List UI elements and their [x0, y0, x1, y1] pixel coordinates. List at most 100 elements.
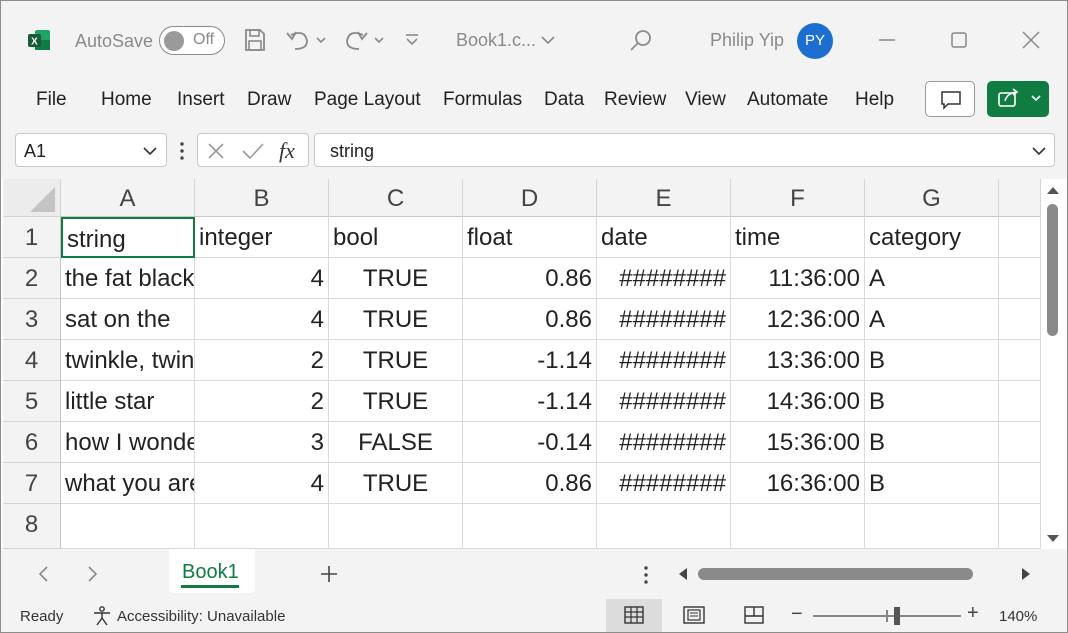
cell-f4[interactable]: 13:36:00	[731, 340, 865, 381]
cell-c6[interactable]: FALSE	[329, 422, 463, 463]
page-layout-view-button[interactable]	[666, 599, 722, 632]
row-header-8[interactable]: 8	[3, 504, 61, 549]
horizontal-scroll-thumb[interactable]	[698, 568, 973, 580]
cell-e1[interactable]: date	[597, 217, 731, 258]
cell-a5[interactable]: little star	[61, 381, 195, 422]
column-header-a[interactable]: A	[61, 179, 195, 217]
cell-b4[interactable]: 2	[195, 340, 329, 381]
cell-d3[interactable]: 0.86	[463, 299, 597, 340]
cell-b3[interactable]: 4	[195, 299, 329, 340]
cell-e8[interactable]	[597, 504, 731, 549]
column-header-f[interactable]: F	[731, 179, 865, 217]
scroll-up-icon[interactable]	[1046, 184, 1060, 196]
cell-e2[interactable]: ########	[597, 258, 731, 299]
cell-c1[interactable]: bool	[329, 217, 463, 258]
cell-h4[interactable]	[999, 340, 1041, 381]
cell-g7[interactable]: B	[865, 463, 999, 504]
worksheet-grid[interactable]: A B C D E F G 1 2 3 4 5 6 7 8 string int…	[1, 179, 1067, 549]
cell-d8[interactable]	[463, 504, 597, 549]
cell-d4[interactable]: -1.14	[463, 340, 597, 381]
redo-icon[interactable]	[341, 27, 387, 53]
cell-g6[interactable]: B	[865, 422, 999, 463]
zoom-out-icon[interactable]: −	[791, 603, 803, 626]
comments-button[interactable]	[925, 81, 975, 117]
cell-d7[interactable]: 0.86	[463, 463, 597, 504]
tab-review[interactable]: Review	[604, 89, 666, 111]
cell-e6[interactable]: ########	[597, 422, 731, 463]
row-header-3[interactable]: 3	[3, 299, 61, 340]
cell-g5[interactable]: B	[865, 381, 999, 422]
cell-d2[interactable]: 0.86	[463, 258, 597, 299]
cell-g3[interactable]: A	[865, 299, 999, 340]
cell-a2[interactable]: the fat black	[61, 258, 195, 299]
cell-a7[interactable]: what you are	[61, 463, 195, 504]
minimize-icon[interactable]	[867, 23, 907, 57]
cell-g4[interactable]: B	[865, 340, 999, 381]
cell-d1[interactable]: float	[463, 217, 597, 258]
scroll-left-icon[interactable]	[676, 567, 690, 581]
cell-f2[interactable]: 11:36:00	[731, 258, 865, 299]
normal-view-button[interactable]	[606, 599, 662, 632]
cell-f3[interactable]: 12:36:00	[731, 299, 865, 340]
cell-h1[interactable]	[999, 217, 1041, 258]
tab-data[interactable]: Data	[544, 89, 584, 111]
cell-g8[interactable]	[865, 504, 999, 549]
row-header-4[interactable]: 4	[3, 340, 61, 381]
cancel-icon[interactable]	[204, 139, 228, 163]
tab-formulas[interactable]: Formulas	[443, 89, 522, 111]
chevron-down-icon[interactable]	[539, 32, 557, 48]
cell-f8[interactable]	[731, 504, 865, 549]
maximize-icon[interactable]	[939, 23, 979, 57]
expand-formula-icon[interactable]	[1031, 143, 1047, 159]
enter-check-icon[interactable]	[240, 139, 266, 163]
document-name[interactable]: Book1.c...	[456, 30, 536, 51]
accessibility-icon[interactable]	[91, 605, 113, 627]
cell-c2[interactable]: TRUE	[329, 258, 463, 299]
cell-h3[interactable]	[999, 299, 1041, 340]
cell-c4[interactable]: TRUE	[329, 340, 463, 381]
cell-c5[interactable]: TRUE	[329, 381, 463, 422]
tab-home[interactable]: Home	[101, 89, 152, 111]
vertical-scroll-thumb[interactable]	[1047, 204, 1058, 336]
sheet-tab-book1[interactable]: Book1	[169, 549, 255, 593]
cell-f5[interactable]: 14:36:00	[731, 381, 865, 422]
row-header-1[interactable]: 1	[3, 217, 61, 258]
cell-e5[interactable]: ########	[597, 381, 731, 422]
search-icon[interactable]	[627, 27, 655, 55]
cell-g2[interactable]: A	[865, 258, 999, 299]
row-header-2[interactable]: 2	[3, 258, 61, 299]
scroll-down-icon[interactable]	[1046, 533, 1060, 545]
undo-icon[interactable]	[285, 27, 329, 53]
tab-help[interactable]: Help	[855, 89, 894, 111]
cell-h8[interactable]	[999, 504, 1041, 549]
tab-insert[interactable]: Insert	[177, 89, 225, 111]
zoom-in-icon[interactable]: +	[967, 602, 979, 625]
insert-function-icon[interactable]: fx	[276, 137, 304, 165]
column-header-g[interactable]: G	[865, 179, 999, 217]
zoom-level[interactable]: 140%	[999, 608, 1037, 625]
more-options-icon[interactable]	[641, 564, 651, 586]
column-header-e[interactable]: E	[597, 179, 731, 217]
cell-h5[interactable]	[999, 381, 1041, 422]
row-header-6[interactable]: 6	[3, 422, 61, 463]
cell-f1[interactable]: time	[731, 217, 865, 258]
cell-c3[interactable]: TRUE	[329, 299, 463, 340]
zoom-slider-thumb[interactable]	[894, 607, 900, 625]
cell-e4[interactable]: ########	[597, 340, 731, 381]
column-header-d[interactable]: D	[463, 179, 597, 217]
autosave-toggle[interactable]: Off	[159, 26, 225, 55]
cell-b5[interactable]: 2	[195, 381, 329, 422]
cell-a1[interactable]: string	[61, 217, 195, 258]
add-sheet-icon[interactable]	[317, 563, 341, 585]
cell-g1[interactable]: category	[865, 217, 999, 258]
cell-d5[interactable]: -1.14	[463, 381, 597, 422]
tab-draw[interactable]: Draw	[247, 89, 291, 111]
cell-d6[interactable]: -0.14	[463, 422, 597, 463]
cell-h2[interactable]	[999, 258, 1041, 299]
cell-f6[interactable]: 15:36:00	[731, 422, 865, 463]
tab-automate[interactable]: Automate	[747, 89, 828, 111]
select-all-corner[interactable]	[3, 179, 61, 217]
cell-a3[interactable]: sat on the	[61, 299, 195, 340]
column-header-c[interactable]: C	[329, 179, 463, 217]
cell-e7[interactable]: ########	[597, 463, 731, 504]
